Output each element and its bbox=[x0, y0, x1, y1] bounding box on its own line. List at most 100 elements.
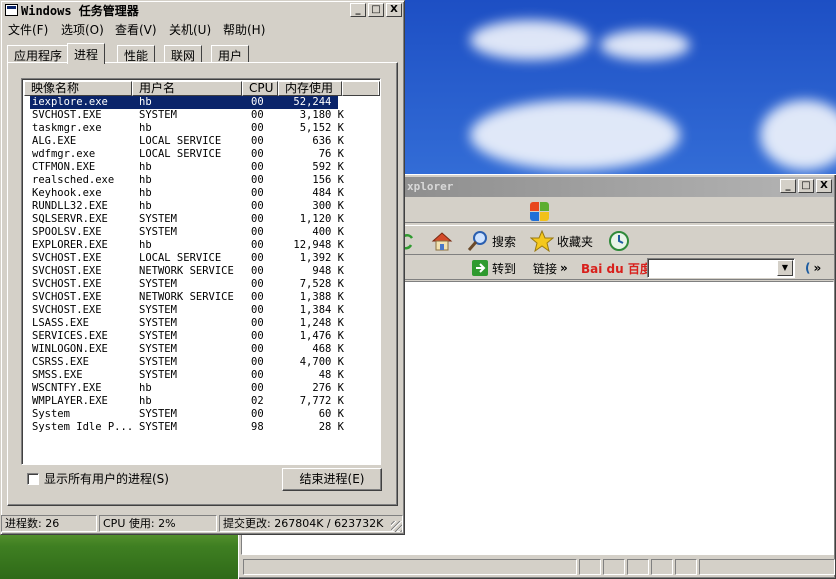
process-name: Keyhook.exe bbox=[32, 187, 102, 199]
process-mem: 1,120 K bbox=[299, 213, 344, 225]
close-button[interactable]: X bbox=[386, 3, 402, 17]
process-cpu: 00 bbox=[251, 265, 264, 277]
column-image-name[interactable]: 映像名称 bbox=[24, 81, 132, 96]
process-mem: 636 K bbox=[312, 135, 344, 147]
show-all-users-option[interactable]: 显示所有用户的进程(S) bbox=[27, 470, 169, 487]
table-row[interactable]: SVCHOST.EXE SYSTEM 00 7,528 K bbox=[30, 278, 378, 291]
table-row[interactable]: LSASS.EXE SYSTEM 00 1,248 K bbox=[30, 317, 378, 330]
maximize-button[interactable]: □ bbox=[368, 3, 384, 17]
show-all-users-checkbox[interactable] bbox=[27, 472, 39, 485]
table-row[interactable]: System Idle P... SYSTEM 98 28 K bbox=[30, 421, 378, 434]
table-row[interactable]: wdfmgr.exe LOCAL SERVICE 00 76 K bbox=[30, 148, 378, 161]
go-label: 转到 bbox=[492, 261, 517, 276]
column-cpu[interactable]: CPU bbox=[242, 81, 278, 96]
end-process-button[interactable]: 结束进程(E) bbox=[282, 468, 382, 491]
process-name: taskmgr.exe bbox=[32, 122, 102, 134]
favorites-button[interactable]: 收藏夹 bbox=[530, 230, 593, 252]
tab-networking[interactable]: 联网 bbox=[164, 45, 203, 63]
tab-performance[interactable]: 性能 bbox=[117, 45, 156, 63]
process-user: SYSTEM bbox=[139, 226, 177, 238]
task-manager-menu-bar: 文件(F) 选项(O) 查看(V) 关机(U) 帮助(H) bbox=[4, 19, 401, 39]
process-mem: 484 K bbox=[312, 187, 344, 199]
table-row[interactable]: WMPLAYER.EXE hb 02 7,772 K bbox=[30, 395, 378, 408]
task-manager-window[interactable]: Windows 任务管理器 _ □ X 文件(F) 选项(O) 查看(V) 关机… bbox=[0, 0, 405, 535]
table-row[interactable]: SERVICES.EXE SYSTEM 00 1,476 K bbox=[30, 330, 378, 343]
table-row[interactable]: taskmgr.exe hb 00 5,152 K bbox=[30, 122, 378, 135]
tab-applications[interactable]: 应用程序 bbox=[7, 45, 70, 63]
table-row[interactable]: iexplore.exe hb 00 52,244 K bbox=[30, 96, 344, 109]
more-chevron[interactable]: » bbox=[813, 261, 821, 275]
task-manager-title-bar[interactable]: Windows 任务管理器 _ □ X bbox=[3, 3, 402, 19]
process-cpu: 00 bbox=[251, 369, 264, 381]
minimize-button[interactable]: _ bbox=[350, 3, 366, 17]
table-row[interactable]: WINLOGON.EXE SYSTEM 00 468 K bbox=[30, 343, 378, 356]
column-user-name[interactable]: 用户名 bbox=[132, 81, 242, 96]
search-icon bbox=[467, 231, 487, 251]
process-cpu: 00 bbox=[251, 291, 264, 303]
ie-status-pane bbox=[243, 559, 577, 575]
tab-strip: 应用程序 进程 性能 联网 用户 bbox=[7, 43, 398, 64]
table-row[interactable]: SVCHOST.EXE SYSTEM 00 1,384 K bbox=[30, 304, 378, 317]
process-user: NETWORK SERVICE bbox=[139, 291, 234, 303]
ie-status-pane bbox=[603, 559, 625, 575]
table-row[interactable]: SPOOLSV.EXE SYSTEM 00 400 K bbox=[30, 226, 378, 239]
process-name: SERVICES.EXE bbox=[32, 330, 108, 342]
table-row[interactable]: SVCHOST.EXE NETWORK SERVICE 00 948 K bbox=[30, 265, 378, 278]
process-cpu: 00 bbox=[251, 109, 264, 121]
process-cpu: 00 bbox=[251, 239, 264, 251]
go-button[interactable]: 转到 bbox=[471, 257, 516, 279]
process-name: SQLSERVR.EXE bbox=[32, 213, 108, 225]
ie-maximize-button[interactable]: □ bbox=[798, 179, 814, 193]
process-name: SVCHOST.EXE bbox=[32, 291, 102, 303]
tab-processes[interactable]: 进程 bbox=[67, 43, 106, 64]
process-mem: 12,948 K bbox=[293, 239, 344, 251]
table-row[interactable]: WSCNTFY.EXE hb 00 276 K bbox=[30, 382, 378, 395]
search-button[interactable]: 搜索 bbox=[467, 230, 516, 252]
menu-shutdown[interactable]: 关机(U) bbox=[169, 21, 211, 38]
tab-users[interactable]: 用户 bbox=[211, 45, 250, 63]
process-mem: 4,700 K bbox=[299, 356, 344, 368]
process-name: LSASS.EXE bbox=[32, 317, 89, 329]
process-mem: 468 K bbox=[312, 343, 344, 355]
baidu-search-combo[interactable]: ▼ bbox=[647, 258, 795, 278]
menu-help[interactable]: 帮助(H) bbox=[223, 21, 265, 38]
table-row[interactable]: SVCHOST.EXE LOCAL SERVICE 00 1,392 K bbox=[30, 252, 378, 265]
search-label: 搜索 bbox=[492, 234, 517, 249]
chevron-down-icon[interactable]: ▼ bbox=[777, 260, 793, 276]
table-row[interactable]: SVCHOST.EXE NETWORK SERVICE 00 1,388 K bbox=[30, 291, 378, 304]
table-row[interactable]: ALG.EXE LOCAL SERVICE 00 636 K bbox=[30, 135, 378, 148]
table-row[interactable]: realsched.exe hb 00 156 K bbox=[30, 174, 378, 187]
table-row[interactable]: SMSS.EXE SYSTEM 00 48 K bbox=[30, 369, 378, 382]
menu-options[interactable]: 选项(O) bbox=[61, 21, 104, 38]
table-row[interactable]: CTFMON.EXE hb 00 592 K bbox=[30, 161, 378, 174]
table-row[interactable]: CSRSS.EXE SYSTEM 00 4,700 K bbox=[30, 356, 378, 369]
column-memory[interactable]: 内存使用 bbox=[278, 81, 342, 96]
ie-minimize-button[interactable]: _ bbox=[780, 179, 796, 193]
task-manager-status-bar: 进程数: 26 CPU 使用: 2% 提交更改: 267804K / 62373… bbox=[1, 513, 404, 534]
table-row[interactable]: Keyhook.exe hb 00 484 K bbox=[30, 187, 378, 200]
process-user: SYSTEM bbox=[139, 317, 177, 329]
menu-view[interactable]: 查看(V) bbox=[115, 21, 157, 38]
links-chevron[interactable]: » bbox=[560, 261, 568, 275]
table-row[interactable]: SVCHOST.EXE SYSTEM 00 3,180 K bbox=[30, 109, 378, 122]
show-all-users-label: 显示所有用户的进程(S) bbox=[44, 472, 169, 486]
process-name: RUNDLL32.EXE bbox=[32, 200, 108, 212]
table-row[interactable]: EXPLORER.EXE hb 00 12,948 K bbox=[30, 239, 378, 252]
history-button[interactable] bbox=[607, 230, 631, 252]
menu-file[interactable]: 文件(F) bbox=[8, 21, 48, 38]
links-button[interactable]: 链接 » bbox=[533, 257, 568, 279]
process-list[interactable]: 映像名称 用户名 CPU 内存使用 iexplore.exe hb 00 52,244… bbox=[21, 78, 381, 465]
ie-status-pane bbox=[579, 559, 601, 575]
ie-status-pane bbox=[627, 559, 649, 575]
more-button[interactable]: ( » bbox=[805, 257, 821, 279]
process-name: iexplore.exe bbox=[32, 96, 108, 108]
resize-grip[interactable] bbox=[391, 521, 402, 532]
home-button[interactable] bbox=[431, 230, 453, 252]
ie-close-button[interactable]: X bbox=[816, 179, 832, 193]
process-mem: 400 K bbox=[312, 226, 344, 238]
table-row[interactable]: SQLSERVR.EXE SYSTEM 00 1,120 K bbox=[30, 213, 378, 226]
table-row[interactable]: RUNDLL32.EXE hb 00 300 K bbox=[30, 200, 378, 213]
table-row[interactable]: System SYSTEM 00 60 K bbox=[30, 408, 378, 421]
process-user: LOCAL SERVICE bbox=[139, 252, 222, 264]
process-mem: 3,180 K bbox=[299, 109, 344, 121]
